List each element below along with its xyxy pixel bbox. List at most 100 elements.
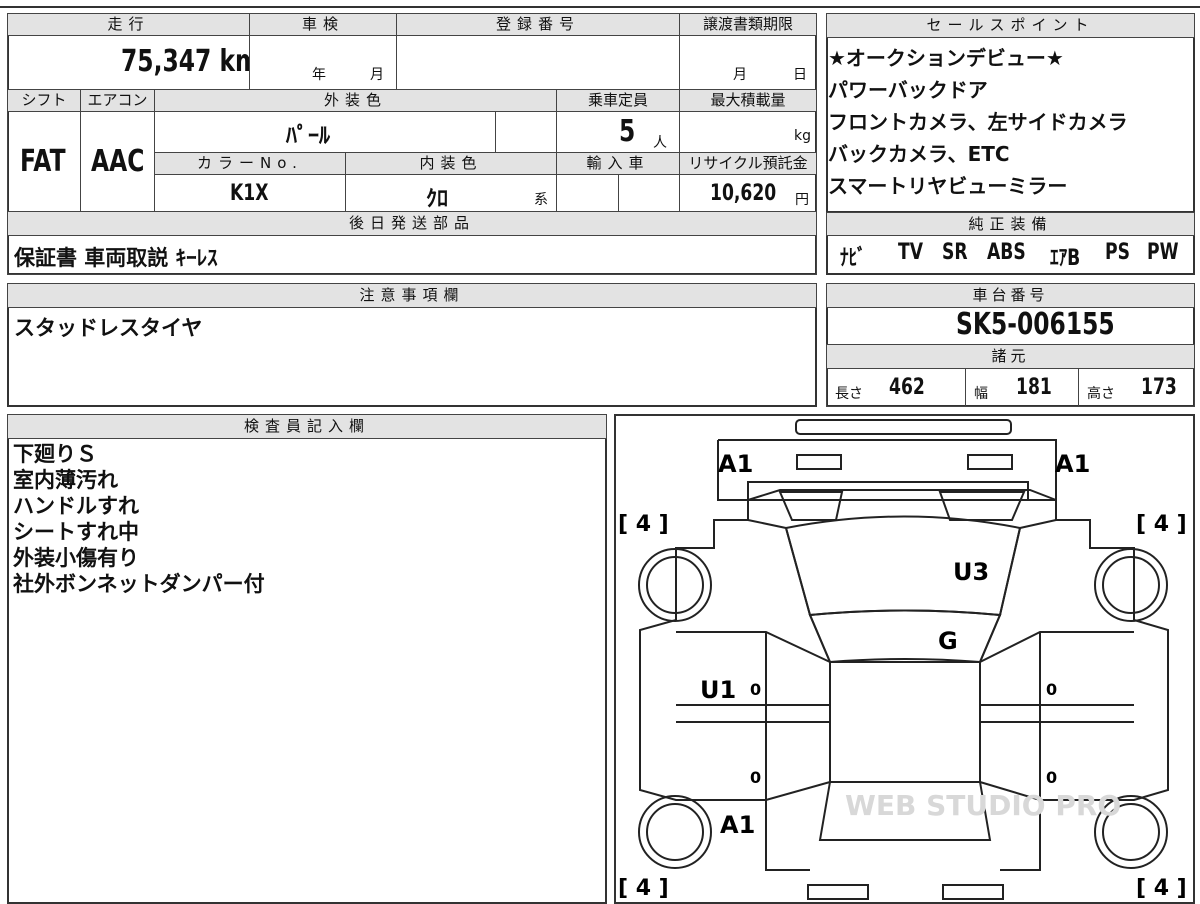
exterior-color-value: ﾊﾟｰﾙ (286, 124, 331, 149)
mileage-cell: 75,347 km (7, 35, 250, 90)
inspection-label: 車検 (249, 13, 397, 36)
top-cutoff-strip (0, 0, 1200, 8)
exterior-color-cell: ﾊﾟｰﾙ (154, 111, 496, 153)
zero-right-rear: 0 (1046, 768, 1057, 787)
equipment-item: ABS (987, 240, 1026, 265)
height-value: 173 (1141, 375, 1177, 400)
zero-left-front: 0 (750, 680, 761, 699)
exterior-color-label: 外装色 (154, 89, 557, 112)
import-cell-a (556, 174, 619, 212)
right-mirror-area (938, 491, 1026, 521)
capacity-value: 5 (619, 114, 636, 149)
aircon-cell: AAC (80, 111, 155, 212)
left-mirror-area (778, 491, 844, 521)
mark-left-rear: A1 (720, 811, 755, 839)
transfer-day: 日 (793, 67, 807, 83)
height-cell: 高さ 173 (1078, 368, 1195, 407)
max-load-unit: kg (794, 128, 811, 144)
tire-bottom-right: [ 4 ] (1136, 876, 1187, 901)
front-left-light (796, 454, 842, 470)
inspector-note: シートすれ中 (13, 520, 139, 544)
recycle-value: 10,620 (710, 181, 777, 206)
mark-front-left: A1 (718, 450, 753, 478)
length-value: 462 (889, 375, 925, 400)
tire-top-right: [ 4 ] (1136, 512, 1187, 537)
interior-color-label: 内装色 (345, 152, 557, 175)
width-cell: 幅 181 (965, 368, 1079, 407)
sales-point-line: パワーバックドア (828, 78, 988, 102)
color-no-cell: K1X (154, 174, 346, 212)
sales-point-line: スマートリヤビューミラー (828, 174, 1068, 198)
car-diagram: A1 A1 U3 G U1 A1 [ 4 ] [ 4 ] [ 4 ] [ 4 ]… (618, 419, 1187, 901)
recycle-unit: 円 (795, 192, 809, 208)
chassis-value-cell: SK5-006155 (826, 307, 1195, 345)
interior-color-cell: ｸﾛ 系 (345, 174, 557, 212)
inspector-note: 外装小傷有り (13, 546, 139, 570)
mark-windshield: G (938, 627, 958, 655)
transfer-cell: 月 日 (679, 35, 817, 90)
inspection-month: 月 (370, 67, 384, 83)
shift-value: FAT (20, 144, 66, 179)
equipment-item: SR (942, 240, 968, 265)
interior-color-suffix: 系 (534, 192, 548, 208)
height-label: 高さ (1087, 386, 1115, 402)
length-cell: 長さ 462 (826, 368, 966, 407)
equipment-list: ﾅﾋﾞ TV SR ABS ｴｱB PS PW (840, 240, 1190, 272)
wheel-front-right (1094, 548, 1168, 622)
max-load-label: 最大積載量 (679, 89, 817, 112)
equipment-item: ｴｱB (1050, 246, 1081, 271)
rear-bumper-outline-right (942, 884, 1004, 900)
wheel-rear-left (638, 795, 712, 869)
shift-label: シフト (7, 89, 81, 112)
caution-label: 注意事項欄 (7, 283, 817, 308)
rear-bumper-outline (807, 884, 869, 900)
aircon-value: AAC (91, 144, 145, 179)
recycle-label: リサイクル預託金 (679, 152, 817, 175)
inspector-note: 下廻りＳ (13, 442, 97, 466)
wheel-rear-left-inner (646, 803, 704, 861)
transfer-month: 月 (733, 67, 747, 83)
equipment-item: TV (898, 240, 923, 265)
front-bumper-outline (795, 419, 1012, 435)
inspection-year: 年 (312, 67, 326, 83)
zero-left-rear: 0 (750, 768, 761, 787)
right-fender (979, 519, 1057, 663)
length-label: 長さ (835, 386, 863, 402)
mileage-value: 75,347 km (121, 44, 250, 79)
capacity-label: 乗車定員 (556, 89, 680, 112)
equipment-item: PS (1105, 240, 1130, 265)
inspector-note: ハンドルすれ (13, 494, 139, 518)
inspector-note: 社外ボンネットダンパー付 (13, 572, 265, 596)
tire-top-left: [ 4 ] (618, 512, 669, 537)
aircon-label: エアコン (80, 89, 155, 112)
wheel-front-right-inner (1102, 556, 1160, 614)
sales-points-list: ★オークションデビュー★ パワーバックドア フロントカメラ、左サイドカメラ バッ… (828, 42, 1193, 202)
shipping-parts-label: 後日発送部品 (7, 211, 817, 236)
inspector-notes: 下廻りＳ 室内薄汚れ ハンドルすれ シートすれ中 外装小傷有り 社外ボンネットダ… (13, 441, 265, 597)
chassis-value: SK5-006155 (956, 307, 1115, 342)
watermark: WEB STUDIO PRO (845, 789, 1121, 822)
shift-cell: FAT (7, 111, 81, 212)
transfer-deadline-label: 譲渡書類期限 (679, 13, 817, 36)
recycle-cell: 10,620 円 (679, 174, 817, 212)
left-fender (747, 519, 831, 663)
capacity-unit: 人 (653, 135, 667, 151)
roof-outline (829, 661, 981, 783)
chassis-label: 車台番号 (826, 283, 1195, 308)
import-label: 輸入車 (556, 152, 680, 175)
shipping-parts-cell: 保証書 車両取説 ｷｰﾚｽ (7, 235, 817, 275)
mark-left-door: U1 (700, 676, 736, 704)
body-outline-upper (747, 489, 1169, 801)
registration-cell (396, 35, 680, 90)
sales-points-label: セールスポイント (826, 13, 1195, 38)
car-diagram-box: A1 A1 U3 G U1 A1 [ 4 ] [ 4 ] [ 4 ] [ 4 ]… (614, 414, 1195, 904)
color-no-label: カラーNo. (154, 152, 346, 175)
windshield-outline (808, 609, 1002, 664)
exterior-color-extra-cell (495, 111, 557, 153)
width-value: 181 (1016, 375, 1052, 400)
interior-color-value: ｸﾛ (426, 187, 449, 212)
sales-point-line: ★オークションデビュー★ (828, 46, 1064, 70)
registration-label: 登録番号 (396, 13, 680, 36)
mark-front-right: A1 (1055, 450, 1090, 478)
body-outline-upper-left (639, 500, 766, 801)
